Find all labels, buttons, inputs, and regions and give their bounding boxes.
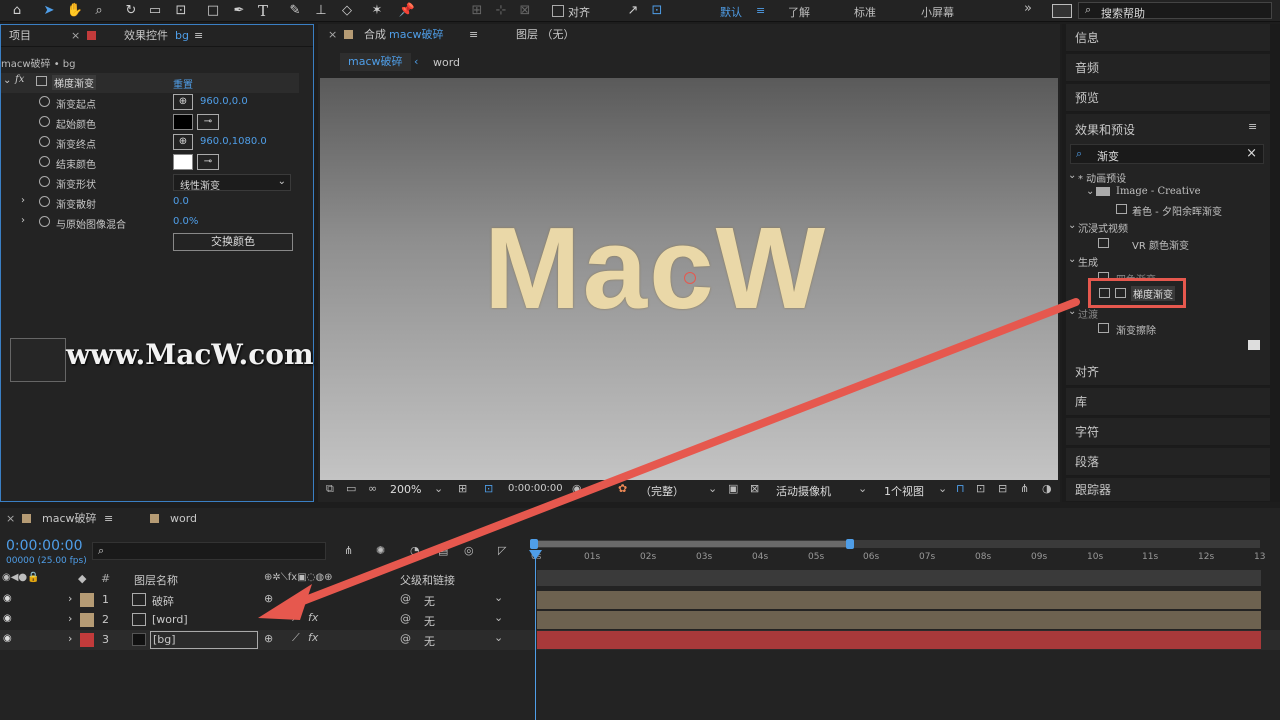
arrow-shaft <box>286 298 1080 610</box>
instruction-arrow <box>258 298 1080 620</box>
arrow-head <box>258 584 312 620</box>
